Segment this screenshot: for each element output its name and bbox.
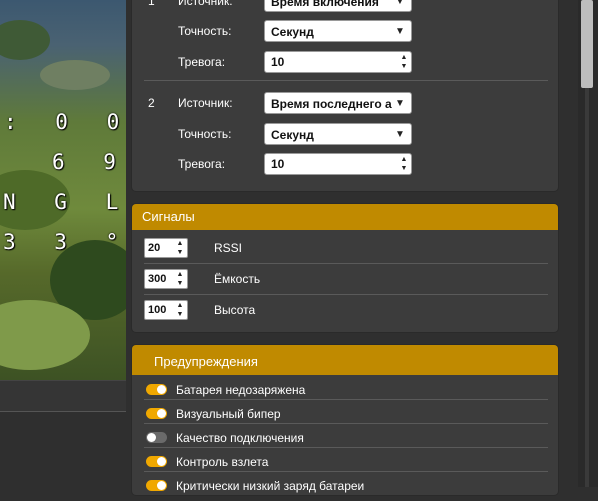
timer-source-label: Источник: xyxy=(178,0,233,8)
warning-label: Качество подключения xyxy=(176,431,304,445)
divider xyxy=(144,294,548,295)
signal-row: 100 ▲ ▼ Высота xyxy=(132,300,558,326)
timer-precision-label: Точность: xyxy=(178,24,232,38)
input-value: 20 xyxy=(148,242,161,254)
vertical-scrollbar[interactable] xyxy=(578,0,598,487)
input-value: 10 xyxy=(271,55,285,69)
warnings-panel: Предупреждения Батарея недозаряжена Визу… xyxy=(132,345,558,495)
timer-1-source-select[interactable]: Время включения ▼ xyxy=(264,0,412,12)
warning-toggle[interactable] xyxy=(146,432,167,443)
signal-row: 300 ▲ ▼ Ёмкость xyxy=(132,269,558,295)
select-value: Время последнего а xyxy=(271,97,392,111)
osd-text-line: : 0 0 xyxy=(4,110,126,134)
timer-2-alarm-row: Тревога: 10 ▲ ▼ xyxy=(132,153,558,179)
warning-row: Визуальный бипер xyxy=(132,403,558,429)
panel-title: Предупреждения xyxy=(132,345,558,375)
scrollbar-track[interactable] xyxy=(585,88,589,487)
divider xyxy=(144,447,548,448)
spinner-arrows-icon[interactable]: ▲ ▼ xyxy=(398,155,410,173)
timer-1-alarm-row: Тревога: 10 ▲ ▼ xyxy=(132,51,558,77)
warning-row: Батарея недозаряжена xyxy=(132,379,558,405)
chevron-down-icon: ▼ xyxy=(393,0,407,11)
warning-toggle[interactable] xyxy=(146,384,167,395)
warning-row: Контроль взлета xyxy=(132,451,558,477)
signals-panel: Сигналы 20 ▲ ▼ RSSI 300 ▲ ▼ Ёмкость 100 ▲ ▼… xyxy=(132,204,558,332)
chevron-down-icon: ▼ xyxy=(393,93,407,113)
timer-alarm-label: Тревога: xyxy=(178,157,226,171)
timer-2-precision-select[interactable]: Секунд ▼ xyxy=(264,123,412,145)
toggle-knob xyxy=(157,481,166,490)
warning-label: Критически низкий заряд батареи xyxy=(176,479,365,493)
warning-toggle[interactable] xyxy=(146,456,167,467)
spinner-arrows-icon[interactable]: ▲ ▼ xyxy=(174,270,186,288)
signal-label: RSSI xyxy=(214,241,243,255)
spinner-arrows-icon[interactable]: ▲ ▼ xyxy=(174,239,186,257)
osd-text-line: 6 9 xyxy=(52,150,126,174)
signal-label: Высота xyxy=(214,303,256,317)
toggle-knob xyxy=(157,409,166,418)
warning-toggle[interactable] xyxy=(146,480,167,491)
timer-2-source-select[interactable]: Время последнего а ▼ xyxy=(264,92,412,114)
spinner-arrows-icon[interactable]: ▲ ▼ xyxy=(398,53,410,71)
input-value: 100 xyxy=(148,304,167,316)
chevron-down-icon: ▼ xyxy=(393,21,407,41)
timer-1-alarm-input[interactable]: 10 ▲ ▼ xyxy=(264,51,412,73)
osd-text-line: N G L xyxy=(3,190,126,214)
osd-preview: : 0 0 6 9 N G L 3 3 °C xyxy=(0,0,126,380)
toggle-knob xyxy=(157,385,166,394)
timer-index: 2 xyxy=(148,96,155,110)
select-value: Время включения xyxy=(271,0,379,9)
preview-scenery xyxy=(0,20,50,60)
preview-scenery xyxy=(40,60,110,90)
scrollbar-thumb[interactable] xyxy=(581,0,593,88)
timer-2-precision-row: Точность: Секунд ▼ xyxy=(132,123,558,149)
warning-toggle[interactable] xyxy=(146,408,167,419)
timer-alarm-label: Тревога: xyxy=(178,55,226,69)
toggle-knob xyxy=(147,433,156,442)
divider xyxy=(144,423,548,424)
divider xyxy=(144,399,548,400)
divider xyxy=(144,80,548,81)
input-value: 10 xyxy=(271,157,285,171)
input-value: 300 xyxy=(148,273,167,285)
timer-index: 1 xyxy=(148,0,155,8)
preview-footer xyxy=(0,380,126,412)
signal-row: 20 ▲ ▼ RSSI xyxy=(132,238,558,264)
timer-1-precision-row: Точность: Секунд ▼ xyxy=(132,20,558,46)
timer-precision-label: Точность: xyxy=(178,127,232,141)
chevron-down-icon: ▼ xyxy=(393,124,407,144)
timer-2-alarm-input[interactable]: 10 ▲ ▼ xyxy=(264,153,412,175)
capacity-alarm-input[interactable]: 300 ▲ ▼ xyxy=(144,269,188,289)
timer-source-label: Источник: xyxy=(178,96,233,110)
select-value: Секунд xyxy=(271,128,314,142)
altitude-alarm-input[interactable]: 100 ▲ ▼ xyxy=(144,300,188,320)
divider xyxy=(144,471,548,472)
warning-row: Качество подключения xyxy=(132,427,558,453)
divider xyxy=(144,263,548,264)
panel-title: Сигналы xyxy=(132,204,558,230)
spinner-arrows-icon[interactable]: ▲ ▼ xyxy=(174,301,186,319)
warning-label: Контроль взлета xyxy=(176,455,269,469)
rssi-alarm-input[interactable]: 20 ▲ ▼ xyxy=(144,238,188,258)
select-value: Секунд xyxy=(271,25,314,39)
timer-2-source-row: 2 Источник: Время последнего а ▼ xyxy=(132,92,558,118)
warning-label: Батарея недозаряжена xyxy=(176,383,306,397)
timer-1-source-row: 1 Источник: Время включения ▼ xyxy=(132,0,558,16)
warning-row: Критически низкий заряд батареи xyxy=(132,475,558,501)
osd-text-line: 3 3 °C xyxy=(3,230,126,254)
warning-label: Визуальный бипер xyxy=(176,407,281,421)
timers-panel: 1 Источник: Время включения ▼ Точность: … xyxy=(132,0,558,191)
timer-1-precision-select[interactable]: Секунд ▼ xyxy=(264,20,412,42)
signal-label: Ёмкость xyxy=(214,272,261,286)
toggle-knob xyxy=(157,457,166,466)
